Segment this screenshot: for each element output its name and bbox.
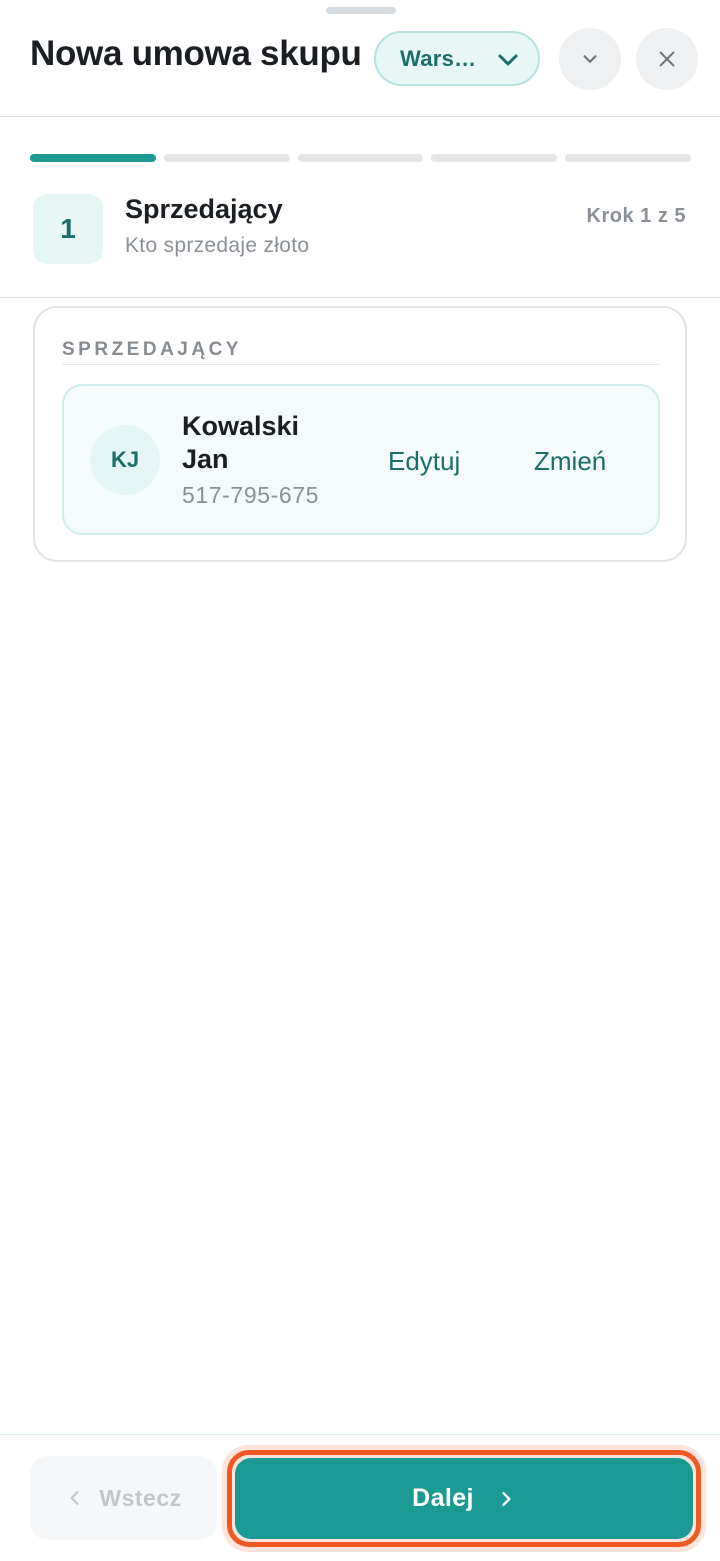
step-progress-bar	[30, 154, 691, 162]
chevron-down-icon	[498, 54, 518, 66]
close-icon	[659, 51, 675, 67]
seller-card: SPRZEDAJĄCY KJ Kowalski Jan 517-795-675 …	[33, 306, 687, 562]
divider	[62, 364, 660, 365]
footer: Wstecz Dalej	[0, 1434, 720, 1561]
progress-segment	[30, 154, 156, 162]
seller-phone: 517-795-675	[182, 482, 320, 508]
progress-segment	[431, 154, 558, 162]
back-button[interactable]: Wstecz	[30, 1456, 217, 1540]
progress-segment	[297, 154, 424, 162]
page-title: Nowa umowa skupu	[30, 34, 362, 73]
chevron-left-icon	[70, 1491, 79, 1505]
edit-seller-button[interactable]: Edytuj	[388, 446, 460, 477]
step-number-badge: 1	[33, 194, 103, 264]
change-seller-button[interactable]: Zmień	[534, 446, 606, 477]
next-button-highlight: Dalej	[222, 1445, 706, 1552]
chevron-down-icon	[583, 55, 597, 63]
chevron-right-icon	[502, 1491, 511, 1506]
progress-segment	[163, 154, 290, 162]
back-button-label: Wstecz	[99, 1484, 182, 1511]
collapse-button[interactable]	[559, 28, 621, 90]
avatar: KJ	[90, 425, 160, 495]
next-button-label: Dalej	[412, 1484, 474, 1512]
branch-selector-label: Wars…	[400, 45, 477, 71]
seller-item: KJ Kowalski Jan 517-795-675 Edytuj Zmień	[62, 384, 660, 535]
divider	[0, 297, 720, 298]
step-subtitle: Kto sprzedaje złoto	[125, 234, 310, 257]
branch-selector[interactable]: Wars…	[374, 31, 540, 86]
section-label: SPRZEDAJĄCY	[62, 339, 242, 360]
step-title: Sprzedający	[125, 194, 283, 224]
next-button[interactable]: Dalej	[235, 1458, 693, 1539]
seller-name: Kowalski Jan	[182, 411, 300, 474]
header: Nowa umowa skupu Wars…	[0, 0, 720, 117]
progress-segment	[565, 154, 691, 162]
step-counter: Krok 1 z 5	[586, 205, 686, 227]
close-button[interactable]	[636, 28, 698, 90]
